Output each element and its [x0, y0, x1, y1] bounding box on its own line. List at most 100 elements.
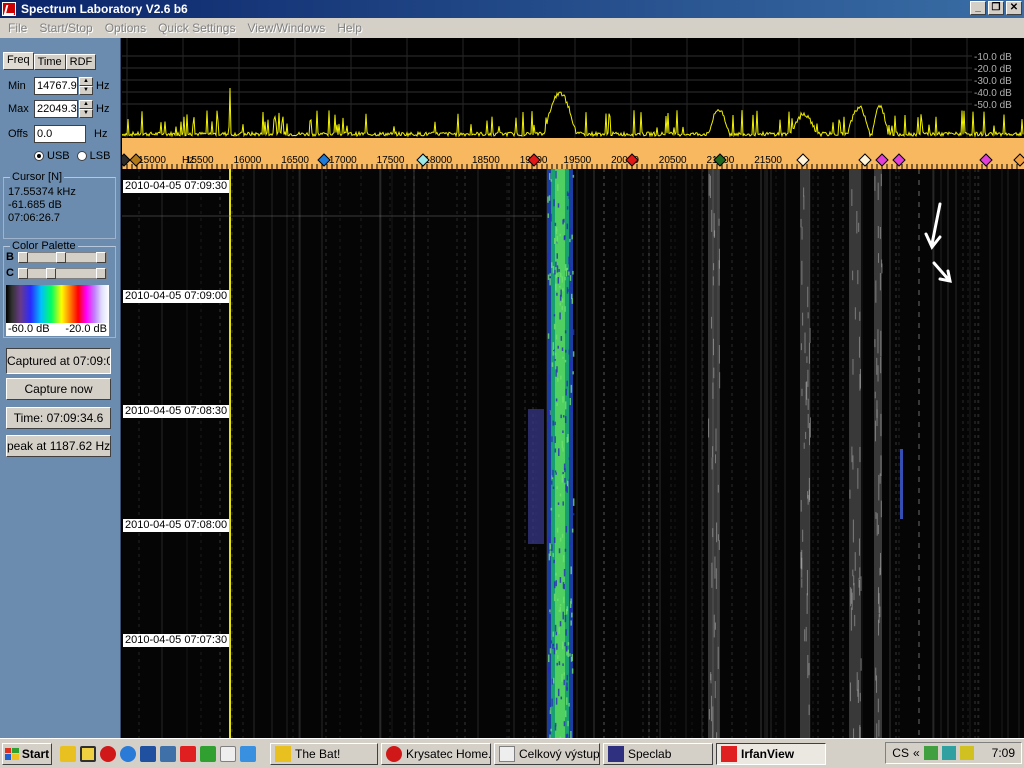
- signal-speckle: [570, 620, 572, 626]
- signal-speckle: [561, 533, 564, 538]
- antivirus-icon[interactable]: [941, 746, 956, 760]
- band-noise: [859, 567, 861, 579]
- ie-icon[interactable]: [120, 745, 136, 762]
- band-noise: [857, 679, 859, 703]
- brightness-slider[interactable]: [17, 252, 107, 263]
- offset-input[interactable]: [34, 125, 86, 143]
- app-icon[interactable]: [2, 2, 16, 16]
- contrast-slider[interactable]: [17, 268, 107, 279]
- quick-launch: [60, 745, 256, 762]
- slider-left-arrow[interactable]: [18, 268, 28, 279]
- menu-options[interactable]: Options: [99, 21, 152, 35]
- signal-speckle: [564, 276, 566, 281]
- show-hidden-icons[interactable]: «: [913, 746, 920, 760]
- signal-speckle: [567, 720, 569, 727]
- signal-speckle: [555, 170, 557, 179]
- signal-speckle: [555, 472, 557, 475]
- task-krysatec[interactable]: Krysatec Home...: [381, 742, 491, 765]
- tab-rdf[interactable]: RDF: [65, 54, 97, 70]
- lsb-radio[interactable]: [76, 151, 87, 161]
- spectrum-trace: [122, 87, 1024, 138]
- max-freq-input[interactable]: [34, 100, 78, 118]
- spectrum-plot[interactable]: -10.0 dB-20.0 dB-30.0 dB-40.0 dB-50.0 dB: [122, 38, 1024, 138]
- band-noise: [879, 227, 881, 239]
- captured-button[interactable]: Captured at 07:09:0: [6, 348, 111, 374]
- band-noise: [719, 372, 721, 389]
- signal-speckle: [566, 697, 568, 705]
- menu-start-stop[interactable]: Start/Stop: [33, 21, 98, 35]
- band-noise: [876, 357, 878, 375]
- time-display[interactable]: Time: 07:09:34.6: [6, 407, 111, 429]
- chip-icon[interactable]: [200, 745, 216, 762]
- brightness-thumb[interactable]: [56, 252, 66, 263]
- band-noise: [880, 455, 882, 477]
- waterfall-display[interactable]: 2010-04-05 07:09:30 2010-04-05 07:09:00 20…: [122, 169, 1024, 738]
- tab-freq[interactable]: Freq: [3, 52, 34, 70]
- opera-icon[interactable]: [100, 745, 116, 762]
- task-speclab[interactable]: Speclab: [603, 742, 713, 765]
- menu-quick-settings[interactable]: Quick Settings: [152, 21, 241, 35]
- tab-time[interactable]: Time: [33, 54, 66, 70]
- signal-speckle: [570, 601, 572, 604]
- signal-speckle: [558, 285, 561, 288]
- slider-right-arrow[interactable]: [96, 268, 106, 279]
- signal-speckle: [563, 569, 566, 577]
- band-noise: [860, 576, 862, 591]
- signal-speckle: [551, 362, 554, 367]
- peak-button[interactable]: peak at 1187.62 Hz: [6, 435, 111, 457]
- capture-now-button[interactable]: Capture now: [6, 378, 111, 400]
- signal-speckle: [572, 371, 574, 375]
- network-icon[interactable]: [240, 745, 256, 762]
- cursor-frequency: 17.55374 kHz: [8, 186, 76, 198]
- signal-speckle: [562, 396, 564, 403]
- band-noise: [876, 723, 878, 738]
- menu-help[interactable]: Help: [331, 21, 368, 35]
- band-noise: [809, 327, 811, 344]
- bat-mail-icon[interactable]: [80, 745, 96, 762]
- save-icon[interactable]: [140, 745, 156, 762]
- gear-icon[interactable]: [923, 746, 938, 760]
- signal-speckle: [555, 334, 558, 340]
- task-irfanview[interactable]: IrfanView: [716, 742, 826, 765]
- band-noise: [876, 409, 878, 427]
- frequency-scale[interactable]: 15000 15500 16000 16500 17000 17500 18000 18500…: [117, 138, 1024, 169]
- restore-button[interactable]: ❐: [988, 1, 1004, 15]
- task-celkovy-vystup[interactable]: Celkový výstup: [494, 742, 600, 765]
- min-spinner[interactable]: ▲ ▼: [79, 77, 93, 95]
- signal-speckle: [552, 631, 555, 637]
- bat-icon[interactable]: [60, 745, 76, 762]
- menu-view-windows[interactable]: View/Windows: [241, 21, 331, 35]
- frequency-label: 19500: [563, 155, 591, 166]
- signal-speckle: [553, 559, 555, 564]
- shield-icon[interactable]: [160, 745, 176, 762]
- usb-radio[interactable]: [34, 151, 44, 161]
- band-noise: [874, 420, 876, 442]
- slider-left-arrow[interactable]: [18, 252, 28, 263]
- band-noise: [852, 358, 854, 375]
- signal-speckle: [564, 330, 567, 334]
- language-indicator[interactable]: CS: [892, 746, 909, 760]
- info-icon[interactable]: [220, 745, 236, 762]
- signal-speckle: [551, 698, 553, 707]
- close-button[interactable]: ✕: [1006, 1, 1022, 15]
- signal-speckle: [570, 566, 572, 575]
- menu-file[interactable]: File: [2, 21, 33, 35]
- start-button[interactable]: Start: [2, 742, 52, 765]
- title-bar[interactable]: Spectrum Laboratory V2.6 b6 _ ❐ ✕: [0, 0, 1024, 18]
- max-spinner[interactable]: ▲ ▼: [79, 100, 93, 118]
- min-freq-input[interactable]: [34, 77, 78, 95]
- display-area[interactable]: -10.0 dB -20.0 dB -30.0 dB -40.0 dB -50.0 dB…: [117, 38, 1024, 738]
- contrast-thumb[interactable]: [46, 268, 56, 279]
- signal-speckle: [560, 375, 562, 380]
- task-the-bat[interactable]: The Bat!: [270, 742, 378, 765]
- signal-speckle: [547, 409, 550, 416]
- signal-speckle: [569, 542, 571, 546]
- signal-speckle: [559, 621, 562, 627]
- network-tray-icon[interactable]: [959, 746, 974, 760]
- signal-speckle: [548, 612, 551, 620]
- palette-max: -20.0 dB: [65, 323, 107, 335]
- irfanview-icon[interactable]: [180, 745, 196, 762]
- signal-speckle: [552, 553, 554, 557]
- slider-right-arrow[interactable]: [96, 252, 106, 263]
- minimize-button[interactable]: _: [970, 1, 986, 15]
